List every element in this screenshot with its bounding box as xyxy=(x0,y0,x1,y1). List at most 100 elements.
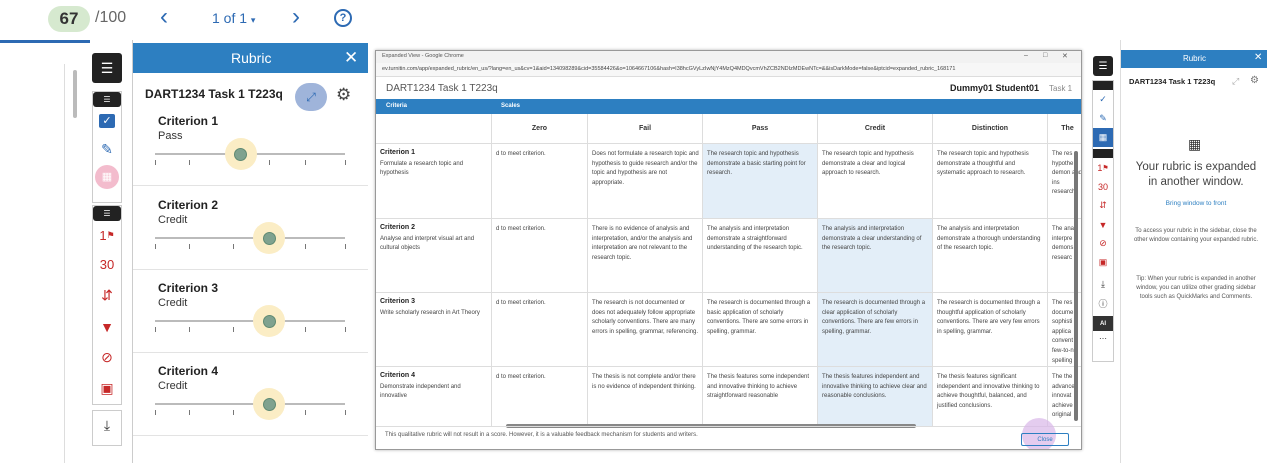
criterion-slider-track[interactable] xyxy=(155,237,345,239)
slider-knob[interactable] xyxy=(262,397,276,411)
slider-tick xyxy=(305,327,307,332)
scale-header: Zero xyxy=(492,114,588,144)
download-icon[interactable]: ⤓ xyxy=(93,411,121,439)
download-icon[interactable]: ⤓ xyxy=(1093,275,1113,294)
slider-tick xyxy=(189,244,191,249)
bring-to-front-link[interactable]: Bring window to front xyxy=(1135,200,1257,207)
slider-tick xyxy=(155,327,156,332)
minimize-icon[interactable]: – xyxy=(1024,52,1028,59)
criterion-name: Criterion 1 xyxy=(158,114,219,128)
rubric-grid-icon[interactable]: ▦ xyxy=(1093,128,1113,147)
next-page-chevron-icon[interactable]: › xyxy=(292,3,300,31)
popup-url: ev.turnitin.com/app/expanded_rubric/en_u… xyxy=(382,66,956,72)
criterion-slider-track[interactable] xyxy=(155,403,345,405)
layers-small-icon: ☰ xyxy=(93,92,121,107)
slider-knob[interactable] xyxy=(234,147,247,161)
criterion-level: Credit xyxy=(158,297,188,309)
rubric-cell[interactable]: d to meet criterion. xyxy=(492,293,588,367)
exclude-icon[interactable]: ⊘ xyxy=(1093,234,1113,253)
top-bar: 67 /100 ‹ 1 of 1 ▾ › ? xyxy=(0,0,1267,38)
criteria-header-blank xyxy=(376,114,492,144)
footer-note: This qualitative rubric will not result … xyxy=(385,432,698,438)
slider-tick xyxy=(345,160,346,165)
slider-knob[interactable] xyxy=(262,314,276,328)
rubric-panel: Rubric ✕ DART1234 Task 1 T223q ⤢ ⚙ Crite… xyxy=(132,40,368,463)
more-icon[interactable]: ⋯ xyxy=(1093,331,1113,346)
help-icon[interactable]: ? xyxy=(334,9,352,27)
rubric-cell[interactable]: The thesis features independent and inno… xyxy=(818,367,933,427)
sort-icon[interactable]: ⇵ xyxy=(93,280,121,311)
rubric-cell[interactable]: The analysis and interpretation demonstr… xyxy=(933,219,1048,293)
expanded-title: Your rubric is expanded in another windo… xyxy=(1135,161,1257,188)
popup-address-bar[interactable]: ev.turnitin.com/app/expanded_rubric/en_u… xyxy=(376,63,1081,77)
slider-knob[interactable] xyxy=(262,231,276,245)
info-icon[interactable]: ⓘ xyxy=(1093,294,1113,313)
filter-icon[interactable]: ▼ xyxy=(93,311,121,342)
rubric-grid-icon[interactable]: ▦ xyxy=(93,163,121,191)
edit-icon[interactable]: ✎ xyxy=(93,135,121,163)
flag-count-button[interactable]: 1 ⚑ xyxy=(1093,158,1113,177)
layers-button[interactable]: ☰ xyxy=(92,53,122,83)
right-layers-button[interactable]: ☰ xyxy=(1093,56,1113,76)
close-icon[interactable]: ✕ xyxy=(344,48,358,68)
criterion-slider-track[interactable] xyxy=(155,320,345,322)
slider-tick xyxy=(269,160,270,165)
right-rubric-name: DART1234 Task 1 T223q xyxy=(1129,77,1216,86)
slider-tick xyxy=(305,410,307,415)
expand-icon[interactable]: ⤢ xyxy=(1232,76,1239,87)
report-icon[interactable]: ▣ xyxy=(93,373,121,404)
rubric-cell[interactable]: d to meet criterion. xyxy=(492,219,588,293)
rubric-cell[interactable]: The research topic and hypothesis demons… xyxy=(933,144,1048,219)
rubric-cell[interactable]: The research topic and hypothesis demons… xyxy=(818,144,933,219)
report-icon[interactable]: ▣ xyxy=(1093,253,1113,272)
window-close-icon[interactable]: ✕ xyxy=(1062,52,1068,60)
rubric-cell[interactable]: There is no evidence of analysis and int… xyxy=(588,219,703,293)
rubric-cell[interactable]: The research is not documented or does n… xyxy=(588,293,703,367)
slider-tick xyxy=(232,244,234,249)
criterion-cell: Criterion 1 Formulate a research topic an… xyxy=(376,144,492,219)
rubric-cell[interactable]: The research is documented through a tho… xyxy=(933,293,1048,367)
match-count-button[interactable]: 30 xyxy=(93,249,121,280)
slider-tick xyxy=(345,244,346,249)
flag-count-button[interactable]: 1 ⚑ xyxy=(93,221,121,249)
caret-down-icon: ▾ xyxy=(250,15,256,25)
criterion-cell-desc: Demonstrate independent and innovative xyxy=(380,383,461,400)
rubric-panel-header: Rubric ✕ xyxy=(133,43,368,73)
rubric-cell[interactable]: The thesis features significant independ… xyxy=(933,367,1048,427)
match-count-button[interactable]: 30 xyxy=(1093,177,1113,196)
rubric-cell[interactable]: The research topic and hypothesis demons… xyxy=(703,144,818,219)
slider-tick xyxy=(232,410,234,415)
criterion-cell-desc: Analyse and interpret visual art and cul… xyxy=(380,235,475,252)
task-label: Task 1 xyxy=(1049,84,1073,93)
maximize-icon[interactable]: □ xyxy=(1043,52,1047,59)
criterion-cell-name: Criterion 1 xyxy=(380,149,416,156)
exclude-icon[interactable]: ⊘ xyxy=(93,342,121,373)
slider-tick xyxy=(305,160,307,165)
rubric-cell[interactable]: The analysis and interpretation demonstr… xyxy=(818,219,933,293)
prev-page-chevron-icon[interactable]: ‹ xyxy=(160,3,168,31)
rubric-cell[interactable]: d to meet criterion. xyxy=(492,144,588,219)
sort-icon[interactable]: ⇵ xyxy=(1093,196,1113,215)
grade-score[interactable]: 67 xyxy=(48,6,90,32)
scale-header: Distinction xyxy=(933,114,1048,144)
rubric-cell[interactable]: The research is documented through a cle… xyxy=(818,293,933,367)
checkmark-icon[interactable]: ✓ xyxy=(93,107,121,135)
popup-vertical-scrollbar[interactable] xyxy=(1074,151,1078,421)
gear-icon[interactable]: ⚙ xyxy=(336,85,351,105)
popup-close-button[interactable]: Close xyxy=(1021,433,1069,446)
gear-icon[interactable]: ⚙ xyxy=(1250,75,1259,86)
rubric-cell[interactable]: d to meet criterion. xyxy=(492,367,588,427)
ai-writing-button[interactable]: AI xyxy=(1093,316,1113,331)
page-selector[interactable]: 1 of 1 ▾ xyxy=(212,10,255,26)
filter-icon[interactable]: ▼ xyxy=(1093,215,1113,234)
rubric-cell[interactable]: The thesis is not complete and/or there … xyxy=(588,367,703,427)
rubric-cell[interactable]: The thesis features some independent and… xyxy=(703,367,818,427)
document-scrollbar[interactable] xyxy=(73,70,77,118)
right-panel-close-icon[interactable]: ✕ xyxy=(1254,52,1262,63)
rubric-cell[interactable]: Does not formulate a research topic and … xyxy=(588,144,703,219)
edit-icon[interactable]: ✎ xyxy=(1093,109,1113,128)
criterion-name: Criterion 4 xyxy=(158,364,219,378)
rubric-cell[interactable]: The analysis and interpretation demonstr… xyxy=(703,219,818,293)
checkmark-icon[interactable]: ✓ xyxy=(1093,90,1113,109)
rubric-cell[interactable]: The research is documented through a bas… xyxy=(703,293,818,367)
